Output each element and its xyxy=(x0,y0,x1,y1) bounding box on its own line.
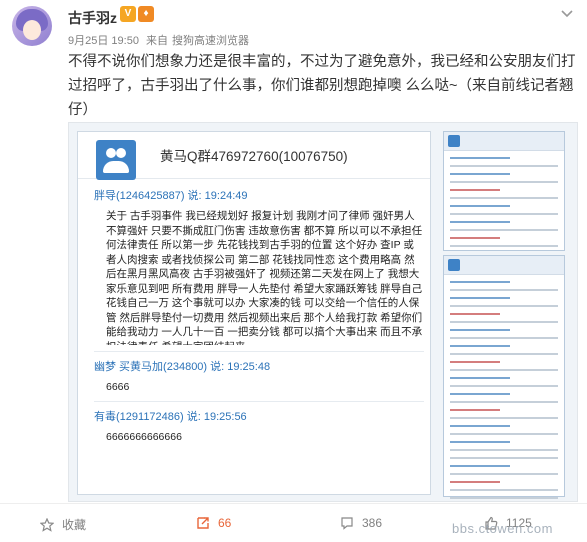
divider xyxy=(94,351,424,352)
qq-chat-header: 黄马Q群476972760(10076750) xyxy=(78,132,430,180)
group-name: 黄马Q群476972760(10076750) xyxy=(160,149,348,164)
medal-badge-icon[interactable]: ♦ xyxy=(138,6,154,22)
chat-message-list: 胖导(1246425887) 说: 19:24:49 关于 古手羽事件 我已经规… xyxy=(94,187,424,444)
repost-button[interactable]: 66 xyxy=(196,516,231,530)
user-avatar[interactable] xyxy=(12,6,52,46)
watermark: bbs.ctowen.com xyxy=(452,521,553,536)
message-sender: 有毒(1291172486) 说: 19:25:56 xyxy=(94,410,247,423)
group-avatar-icon xyxy=(96,140,136,180)
user-badges: V ♦ xyxy=(120,6,154,22)
chevron-down-icon[interactable] xyxy=(561,10,573,18)
group-avatar-icon xyxy=(448,135,460,147)
chat-message: 幽梦 买黄马加(234800) 说: 19:25:48 6666 xyxy=(94,358,424,395)
star-icon xyxy=(40,517,54,532)
divider xyxy=(94,400,424,402)
source-prefix: 来自 xyxy=(146,35,168,47)
repost-count: 66 xyxy=(218,516,232,530)
comment-count: 386 xyxy=(362,516,383,530)
username[interactable]: 古手羽z xyxy=(68,8,117,28)
side-chat-thumbnail xyxy=(443,255,565,499)
favorite-button[interactable]: 收藏 xyxy=(40,516,86,533)
chat-message: 胖导(1246425887) 说: 19:24:49 关于 古手羽事件 我已经规… xyxy=(94,187,424,345)
message-text: 6666 xyxy=(106,381,130,393)
side-chat-thumbnail xyxy=(443,131,565,251)
group-avatar-icon xyxy=(448,259,460,271)
repost-icon xyxy=(197,517,209,529)
favorite-label: 收藏 xyxy=(62,518,87,532)
vip-badge-icon[interactable]: V xyxy=(120,6,136,22)
avatar-face xyxy=(23,20,41,40)
message-sender: 幽梦 买黄马加(234800) 说: 19:25:48 xyxy=(94,361,271,373)
qq-chat-window: 黄马Q群476972760(10076750) 胖导(1246425887) 说… xyxy=(77,131,431,495)
post-date[interactable]: 9月25日 19:50 xyxy=(68,35,139,47)
message-text: 6666666666666 xyxy=(106,430,182,443)
comment-icon xyxy=(341,517,353,530)
post-source[interactable]: 搜狗高速浏览器 xyxy=(172,35,249,47)
post-meta: 9月25日 19:50 来自 搜狗高速浏览器 xyxy=(68,32,253,48)
comment-button[interactable]: 386 xyxy=(340,516,382,530)
message-text: 关于 古手羽事件 我已经规划好 报复计划 我刚才问了律师 强奸男人不算强奸 只要… xyxy=(106,210,423,345)
attached-screenshot[interactable]: 黄马Q群476972760(10076750) 胖导(1246425887) 说… xyxy=(68,122,578,502)
chat-message: 有毒(1291172486) 说: 19:25:56 6666666666666 xyxy=(94,408,424,445)
post-text: 不得不说你们想象力还是很丰富的，不过为了避免意外，我已经和公安朋友们打过招呼了，… xyxy=(68,54,576,118)
message-sender: 胖导(1246425887) 说: 19:24:49 xyxy=(94,190,248,202)
